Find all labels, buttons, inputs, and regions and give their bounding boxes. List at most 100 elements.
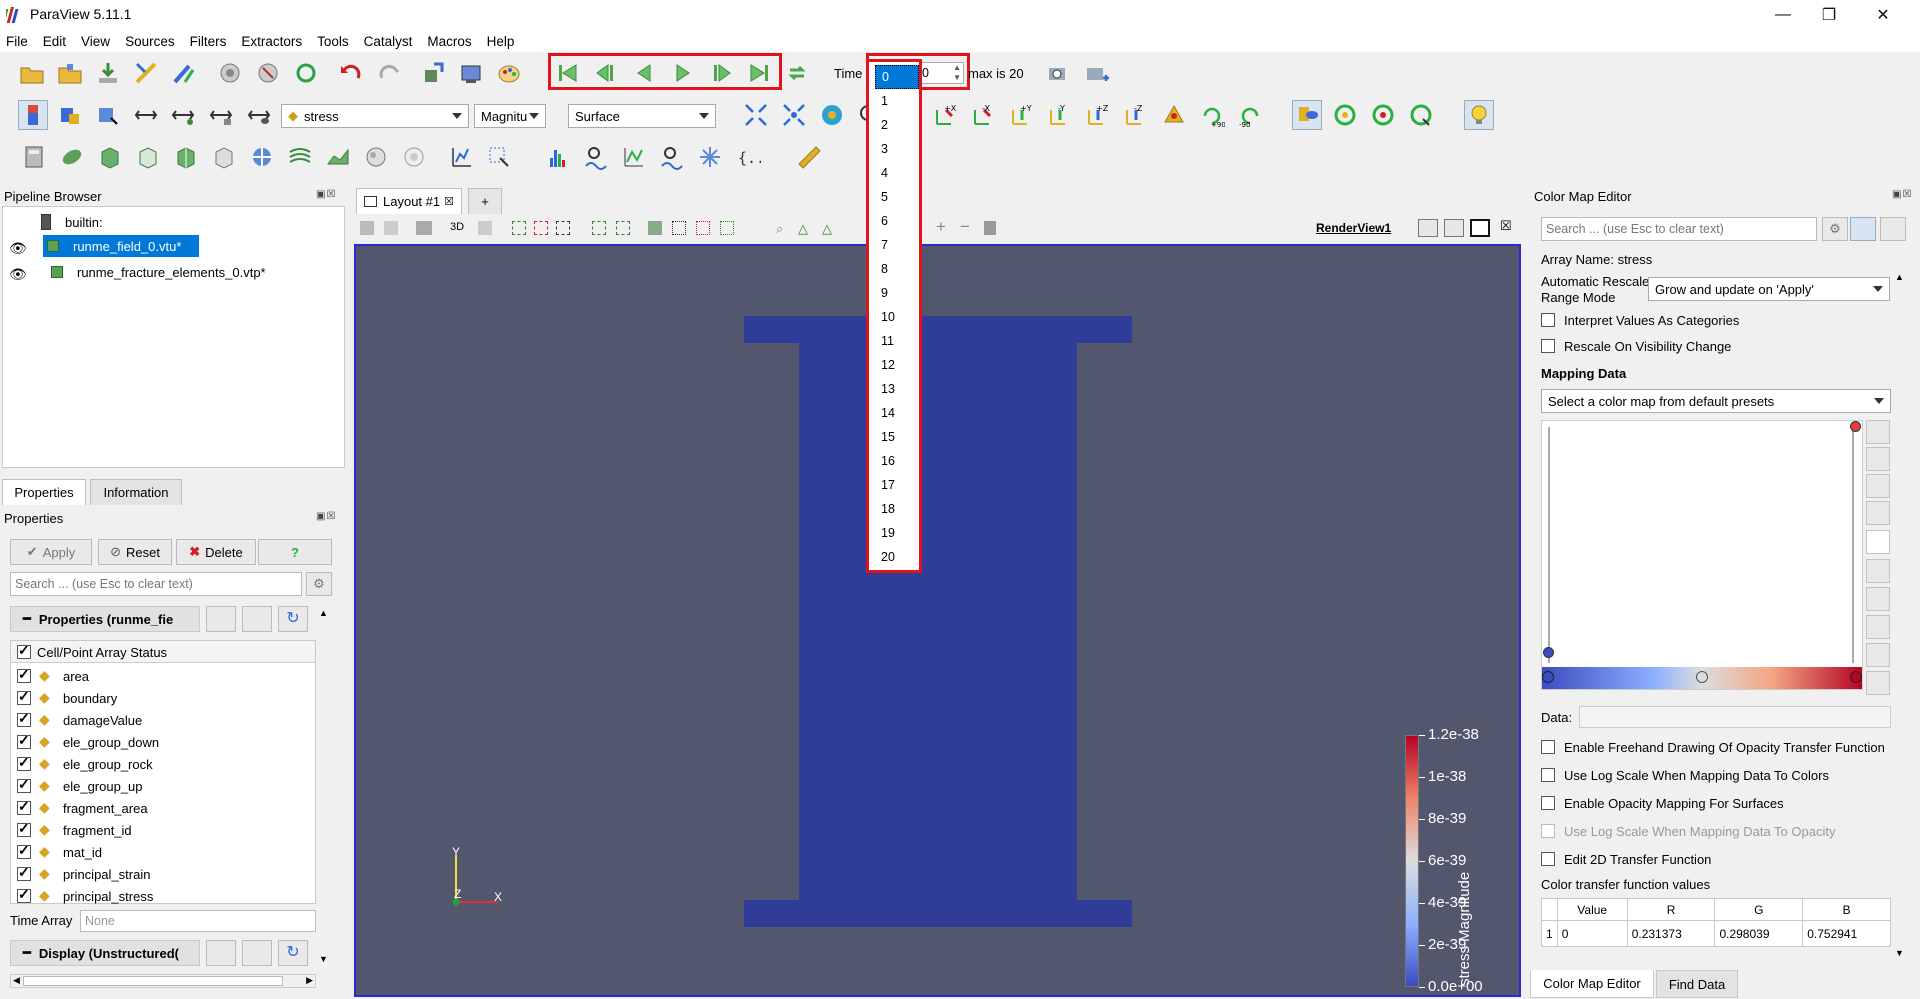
eye-visible-icon[interactable]: 👁 (9, 240, 27, 257)
plot-over-time-icon[interactable] (619, 142, 649, 172)
menu-help[interactable]: Help (487, 34, 515, 49)
time-array-select[interactable]: None (80, 910, 316, 932)
rescale-to-data-range-icon[interactable] (1866, 420, 1890, 444)
plot-selection-icon[interactable] (484, 142, 514, 172)
reset-range-icon[interactable] (93, 100, 123, 130)
time-option[interactable]: 19 (875, 521, 919, 545)
save-screenshot-icon[interactable] (456, 58, 486, 88)
close-tab-icon[interactable]: ☒ (444, 195, 454, 208)
remove-icon[interactable]: − (960, 217, 970, 237)
clip-icon[interactable] (95, 142, 125, 172)
zoom-camera-icon[interactable] (1044, 58, 1074, 88)
auto-rescale-select[interactable]: Grow and update on 'Apply' (1648, 277, 1890, 301)
copy-properties-icon[interactable] (206, 606, 236, 632)
light-kit-icon[interactable] (1464, 100, 1494, 130)
color-array-select[interactable]: ◆ stress (281, 104, 469, 128)
table-row[interactable]: 1 0 0.231373 0.298039 0.752941 (1541, 920, 1891, 947)
time-option[interactable]: 11 (875, 329, 919, 353)
tab-color-map-editor[interactable]: Color Map Editor (1530, 970, 1654, 998)
opacity-transfer-function-editor[interactable] (1541, 420, 1863, 690)
opacity-surfaces-checkbox[interactable] (1541, 796, 1555, 810)
rescale-visible-range-icon[interactable] (1866, 501, 1890, 525)
scroll-down-icon[interactable]: ▼ (1895, 948, 1904, 958)
play-icon[interactable] (668, 58, 698, 88)
ctf-cell-value[interactable]: 0 (1556, 920, 1628, 947)
array-checkbox[interactable] (17, 864, 31, 881)
array-checkbox[interactable] (17, 798, 31, 815)
menu-catalyst[interactable]: Catalyst (364, 34, 413, 49)
maximize-view-icon[interactable] (1470, 219, 1490, 237)
reset-button[interactable]: ⊘ Reset (98, 539, 172, 565)
color-legend-properties-icon[interactable] (1880, 217, 1906, 241)
histogram-icon[interactable] (543, 142, 573, 172)
dock-float-close-icon[interactable]: ▣☒ (316, 511, 336, 522)
trash-icon[interactable] (984, 221, 996, 235)
time-option[interactable]: 0 (875, 65, 919, 89)
time-option[interactable]: 15 (875, 425, 919, 449)
rescale-custom-range-icon[interactable] (1866, 447, 1890, 471)
open-file-icon[interactable] (17, 58, 47, 88)
zoom-to-box-icon[interactable] (478, 221, 492, 235)
grow-selection-icon[interactable] (672, 221, 686, 235)
view-minus-x-icon[interactable]: -X (969, 100, 999, 130)
undo-icon[interactable] (336, 58, 366, 88)
first-frame-icon[interactable] (553, 58, 583, 88)
pipeline-item-fracture[interactable]: runme_fracture_elements_0.vtp* (47, 261, 266, 283)
save-data-icon[interactable] (93, 58, 123, 88)
plot-data-icon[interactable] (657, 142, 687, 172)
refresh-icon[interactable]: ↻ (278, 940, 308, 966)
rescale-eye-icon[interactable] (244, 100, 274, 130)
tab-information[interactable]: Information (90, 479, 182, 505)
array-checkbox[interactable] (17, 688, 31, 705)
time-option[interactable]: 9 (875, 281, 919, 305)
array-checkbox[interactable] (17, 732, 31, 749)
isometric-view-icon[interactable] (1159, 100, 1189, 130)
scroll-thumb[interactable] (23, 976, 283, 986)
redo-camera-icon[interactable] (384, 221, 398, 235)
time-option[interactable]: 12 (875, 353, 919, 377)
builtin-server[interactable]: builtin: (41, 211, 103, 233)
properties-section-header[interactable]: ━ Properties (runme_fie (10, 606, 200, 632)
time-option[interactable]: 3 (875, 137, 919, 161)
array-checkbox[interactable] (17, 842, 31, 859)
component-select[interactable]: Magnitu (474, 104, 546, 128)
split-vertical-icon[interactable] (1444, 219, 1464, 237)
menu-view[interactable]: View (81, 34, 110, 49)
invert-transfer-icon[interactable] (1866, 530, 1890, 554)
shrink-selection-icon[interactable] (696, 221, 710, 235)
color-point-1[interactable] (1850, 671, 1862, 683)
select-cells-icon[interactable] (512, 221, 526, 235)
color-point-mid[interactable] (1696, 671, 1708, 683)
contour-icon[interactable] (57, 142, 87, 172)
list-item[interactable]: ◆ ele_group_up (11, 775, 315, 797)
time-option[interactable]: 18 (875, 497, 919, 521)
advanced-gear-icon[interactable]: ⚙ (1822, 217, 1848, 241)
threshold-icon[interactable] (171, 142, 201, 172)
menu-file[interactable]: File (6, 34, 28, 49)
copy-display-icon[interactable] (206, 940, 236, 966)
maximize-button[interactable]: ❐ (1806, 0, 1852, 30)
disconnect-icon[interactable] (169, 58, 199, 88)
select-points-icon[interactable] (534, 221, 548, 235)
capture-icon[interactable] (416, 221, 432, 235)
pipeline-item-field[interactable]: runme_field_0.vtu* (43, 235, 199, 257)
polygon-select-icon[interactable] (616, 221, 630, 235)
dock-float-close-icon[interactable]: ▣☒ (316, 189, 336, 200)
paste-properties-icon[interactable] (242, 606, 272, 632)
palette-icon[interactable] (494, 58, 524, 88)
edit-2d-tf-checkbox[interactable] (1541, 852, 1555, 866)
previous-frame-icon[interactable] (591, 58, 621, 88)
rescale-custom-icon[interactable] (131, 100, 161, 130)
scroll-down-icon[interactable]: ▼ (319, 954, 328, 964)
delete-button[interactable]: ✖ Delete (176, 539, 256, 565)
time-option[interactable]: 13 (875, 377, 919, 401)
time-option[interactable]: 6 (875, 209, 919, 233)
array-checkbox[interactable] (17, 710, 31, 727)
color-legend-toggle-icon[interactable] (1850, 217, 1876, 241)
spin-up-icon[interactable]: ▲ (953, 63, 961, 72)
render-view[interactable]: Y Z X 1.2e-38 1e-38 8e-39 6e-39 4e-39 2e-39 0.… (354, 244, 1521, 997)
view-minus-z-icon[interactable]: -Z (1121, 100, 1151, 130)
properties-search-input[interactable]: Search ... (use Esc to clear text) (10, 572, 302, 596)
reset-camera-icon[interactable] (360, 221, 374, 235)
time-option[interactable]: 16 (875, 449, 919, 473)
